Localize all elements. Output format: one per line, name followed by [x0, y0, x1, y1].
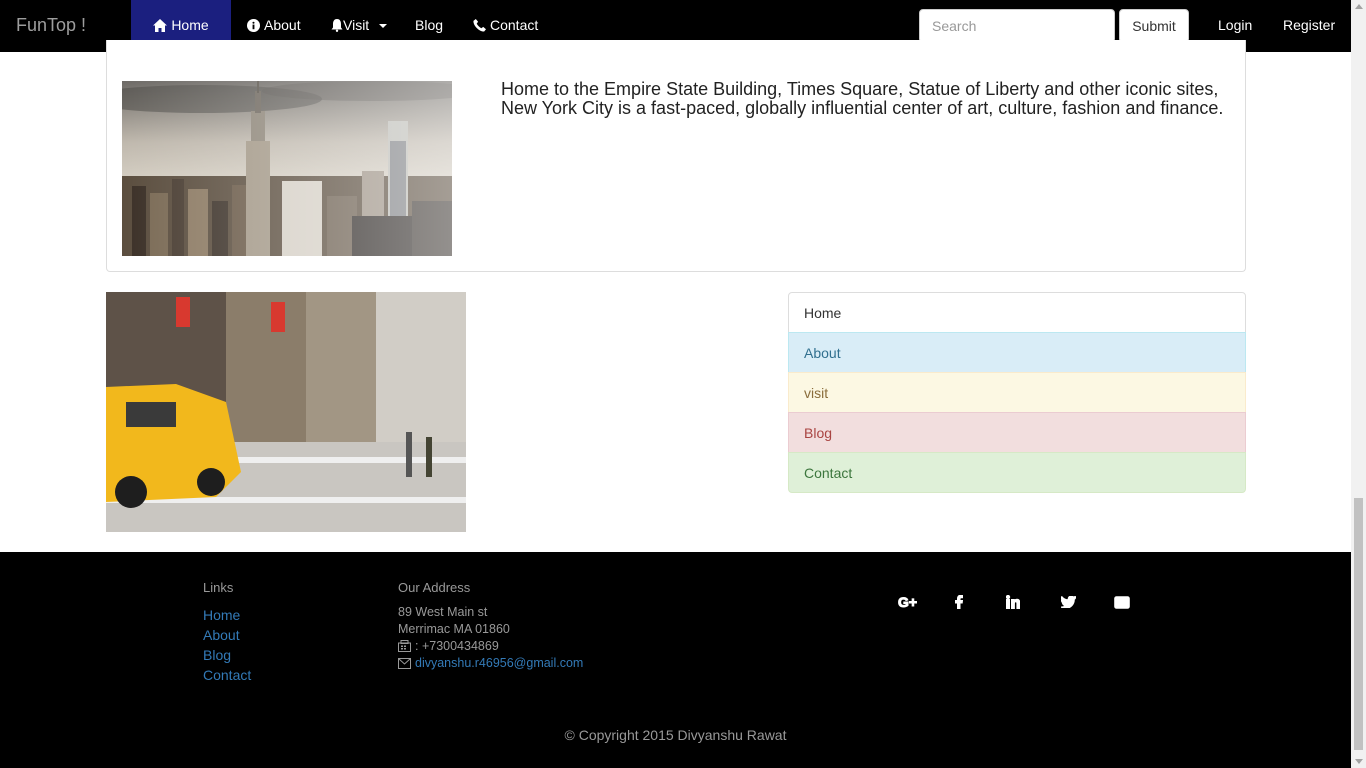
phone-number: : +7300434869 — [415, 639, 499, 653]
bell-icon — [331, 19, 343, 32]
twitter-icon[interactable] — [1058, 592, 1078, 612]
scroll-up-icon[interactable] — [1355, 4, 1363, 9]
register-link[interactable]: Register — [1283, 0, 1335, 51]
panel-description: Home to the Empire State Building, Times… — [501, 79, 1224, 118]
address-line-2: Merrimac MA 01860 — [398, 622, 510, 636]
phone-line: : +7300434869 — [398, 639, 499, 653]
envelope-icon[interactable] — [1112, 592, 1132, 612]
scroll-down-icon[interactable] — [1355, 759, 1363, 764]
email-link[interactable]: divyanshu.r46956@gmail.com — [415, 656, 583, 670]
list-item-visit[interactable]: visit — [788, 372, 1246, 413]
address-line-1: 89 West Main st — [398, 605, 488, 619]
footer-link-contact[interactable]: Contact — [203, 667, 251, 683]
list-item-blog[interactable]: Blog — [788, 412, 1246, 453]
svg-text:G+: G+ — [898, 595, 917, 609]
brand[interactable]: FunTop ! — [16, 15, 86, 36]
footer-links-heading: Links — [203, 580, 234, 595]
list-item-contact[interactable]: Contact — [788, 452, 1246, 493]
footer: Links Home About Blog Contact Our Addres… — [0, 552, 1351, 768]
nyc-street-image — [106, 292, 466, 532]
nyc-skyline-image — [122, 81, 452, 256]
facebook-icon[interactable] — [949, 592, 969, 612]
scroll-thumb[interactable] — [1354, 498, 1363, 750]
home-icon — [153, 19, 168, 32]
submit-button[interactable]: Submit — [1119, 9, 1189, 43]
chevron-down-icon — [379, 23, 388, 28]
footer-link-home[interactable]: Home — [203, 607, 240, 623]
linkedin-icon[interactable] — [1003, 592, 1023, 612]
email-line: divyanshu.r46956@gmail.com — [398, 656, 583, 670]
search-input[interactable] — [919, 9, 1115, 43]
phone-icon — [473, 19, 486, 32]
info-icon — [247, 19, 260, 32]
copyright: © Copyright 2015 Divyanshu Rawat — [564, 727, 787, 743]
page-scrollbar[interactable] — [1351, 0, 1366, 768]
nav-list-group: Home About visit Blog Contact — [788, 292, 1246, 493]
footer-address-heading: Our Address — [398, 580, 471, 595]
fax-icon — [398, 640, 411, 652]
list-item-about[interactable]: About — [788, 332, 1246, 373]
list-item-home[interactable]: Home — [788, 292, 1246, 333]
google-plus-icon[interactable]: G+ — [898, 592, 918, 612]
footer-link-about[interactable]: About — [203, 627, 240, 643]
envelope-outline-icon — [398, 657, 411, 669]
footer-link-blog[interactable]: Blog — [203, 647, 231, 663]
